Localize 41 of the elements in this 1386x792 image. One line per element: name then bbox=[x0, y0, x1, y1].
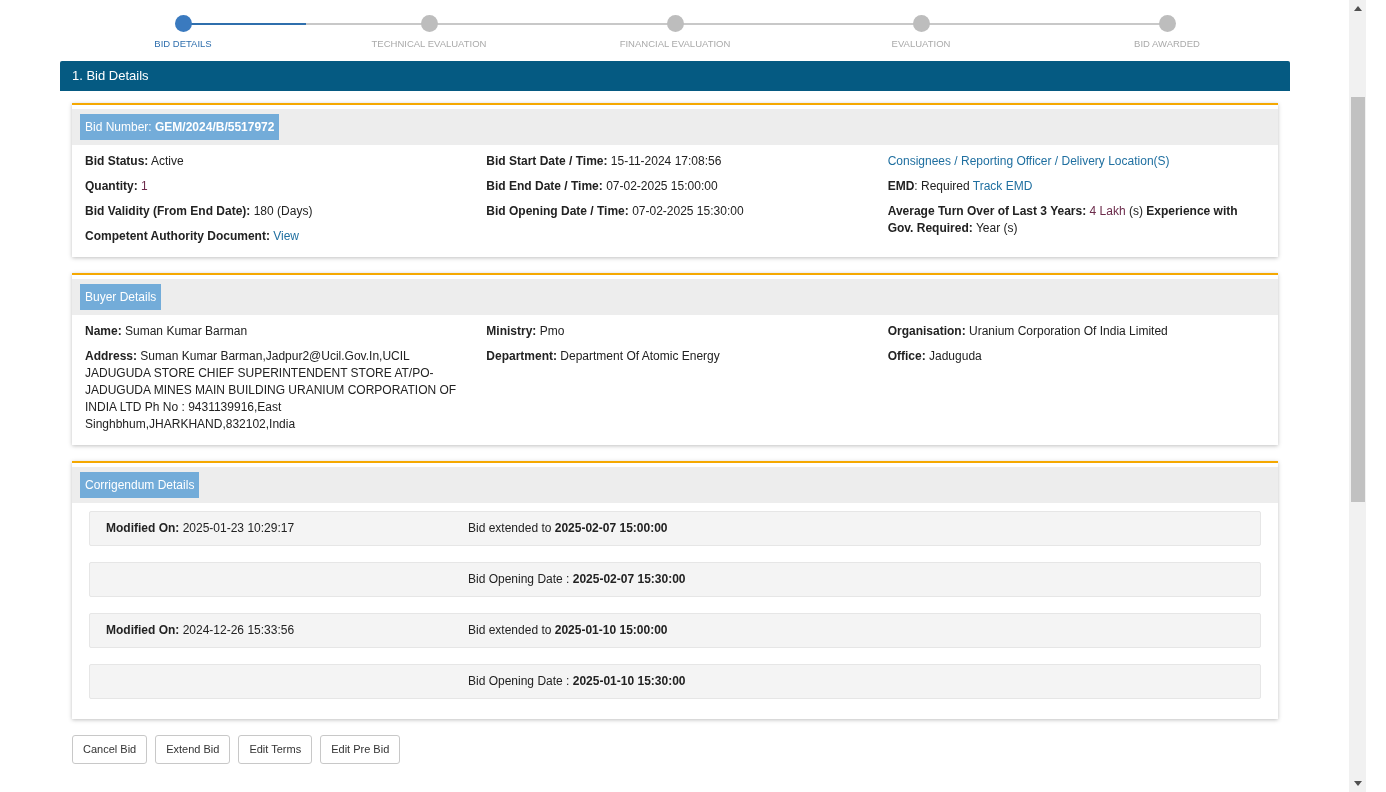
change-text: Bid Opening Date : 2025-02-07 15:30:00 bbox=[468, 571, 686, 588]
detail-field: Quantity: 1 bbox=[85, 178, 463, 195]
step-label: FINANCIAL EVALUATION bbox=[619, 37, 731, 51]
detail-field: Bid End Date / Time: 07-02-2025 15:00:00 bbox=[486, 178, 864, 195]
section-header: 1. Bid Details bbox=[60, 61, 1290, 91]
change-text: Bid extended to 2025-01-10 15:00:00 bbox=[468, 622, 668, 639]
detail-field: Office: Jaduguda bbox=[887, 348, 1265, 365]
detail-field: Bid Status: Active bbox=[85, 153, 463, 170]
card-header-label: Buyer Details bbox=[80, 284, 162, 310]
card-header-label: Bid Number: GEM/2024/B/5517972 bbox=[80, 114, 280, 140]
link[interactable]: View bbox=[273, 229, 300, 243]
action-button[interactable]: Cancel Bid bbox=[72, 735, 148, 764]
scroll-down-icon[interactable] bbox=[1353, 781, 1362, 786]
card-header-label: Corrigendum Details bbox=[80, 472, 200, 498]
detail-field: Bid Opening Date / Time: 07-02-2025 15:30:00 bbox=[486, 203, 864, 220]
detail-field: Department: Department Of Atomic Energy bbox=[486, 348, 864, 365]
scrollbar[interactable] bbox=[1349, 0, 1366, 792]
scroll-up-icon[interactable] bbox=[1353, 6, 1362, 11]
step-label: BID DETAILS bbox=[154, 37, 212, 51]
detail-field: Average Turn Over of Last 3 Years: 4 Lakh (s) Experience with Gov. Required: Year (s) bbox=[887, 203, 1265, 237]
detail-field: Bid Validity (From End Date): 180 (Days) bbox=[85, 203, 463, 220]
step-label: BID AWARDED bbox=[1134, 37, 1200, 51]
detail-field: Organisation: Uranium Corporation Of India Limited bbox=[887, 323, 1265, 340]
link[interactable]: Consignees / Reporting Officer / Delivery Location(S) bbox=[887, 154, 1170, 168]
detail-field: Bid Start Date / Time: 15-11-2024 17:08:56 bbox=[486, 153, 864, 170]
detail-field: Competent Authority Document: View bbox=[85, 228, 463, 245]
action-button[interactable]: Extend Bid bbox=[155, 735, 231, 764]
detail-field: EMD: Required Track EMD bbox=[887, 178, 1265, 195]
detail-field: Ministry: Pmo bbox=[486, 323, 864, 340]
action-button[interactable]: Edit Pre Bid bbox=[320, 735, 401, 764]
step-label: EVALUATION bbox=[891, 37, 951, 51]
change-text: Bid extended to 2025-02-07 15:00:00 bbox=[468, 520, 668, 537]
action-button[interactable]: Edit Terms bbox=[238, 735, 313, 764]
step-label: TECHNICAL EVALUATION bbox=[371, 37, 487, 51]
modified-on-text: Modified On: 2025-01-23 10:29:17 bbox=[106, 520, 296, 537]
modified-on-text: Modified On: 2024-12-26 15:33:56 bbox=[106, 622, 296, 639]
detail-field: Address: Suman Kumar Barman,Jadpur2@Ucil.Gov.In,UCIL JADUGUDA STORE CHIEF SUPERINTENDENT STORE AT/PO-JADUGUDA MINES MAIN BUILDING URANIUM CORPORATION OF INDIA LTD Ph No : 9431139916,East Singhbhum,JHARKHAND,832102,India bbox=[85, 348, 463, 433]
detail-field: Name: Suman Kumar Barman bbox=[85, 323, 463, 340]
scrollbar-thumb[interactable] bbox=[1350, 97, 1365, 502]
link[interactable]: Track EMD bbox=[972, 179, 1033, 193]
change-text: Bid Opening Date : 2025-01-10 15:30:00 bbox=[468, 673, 686, 690]
